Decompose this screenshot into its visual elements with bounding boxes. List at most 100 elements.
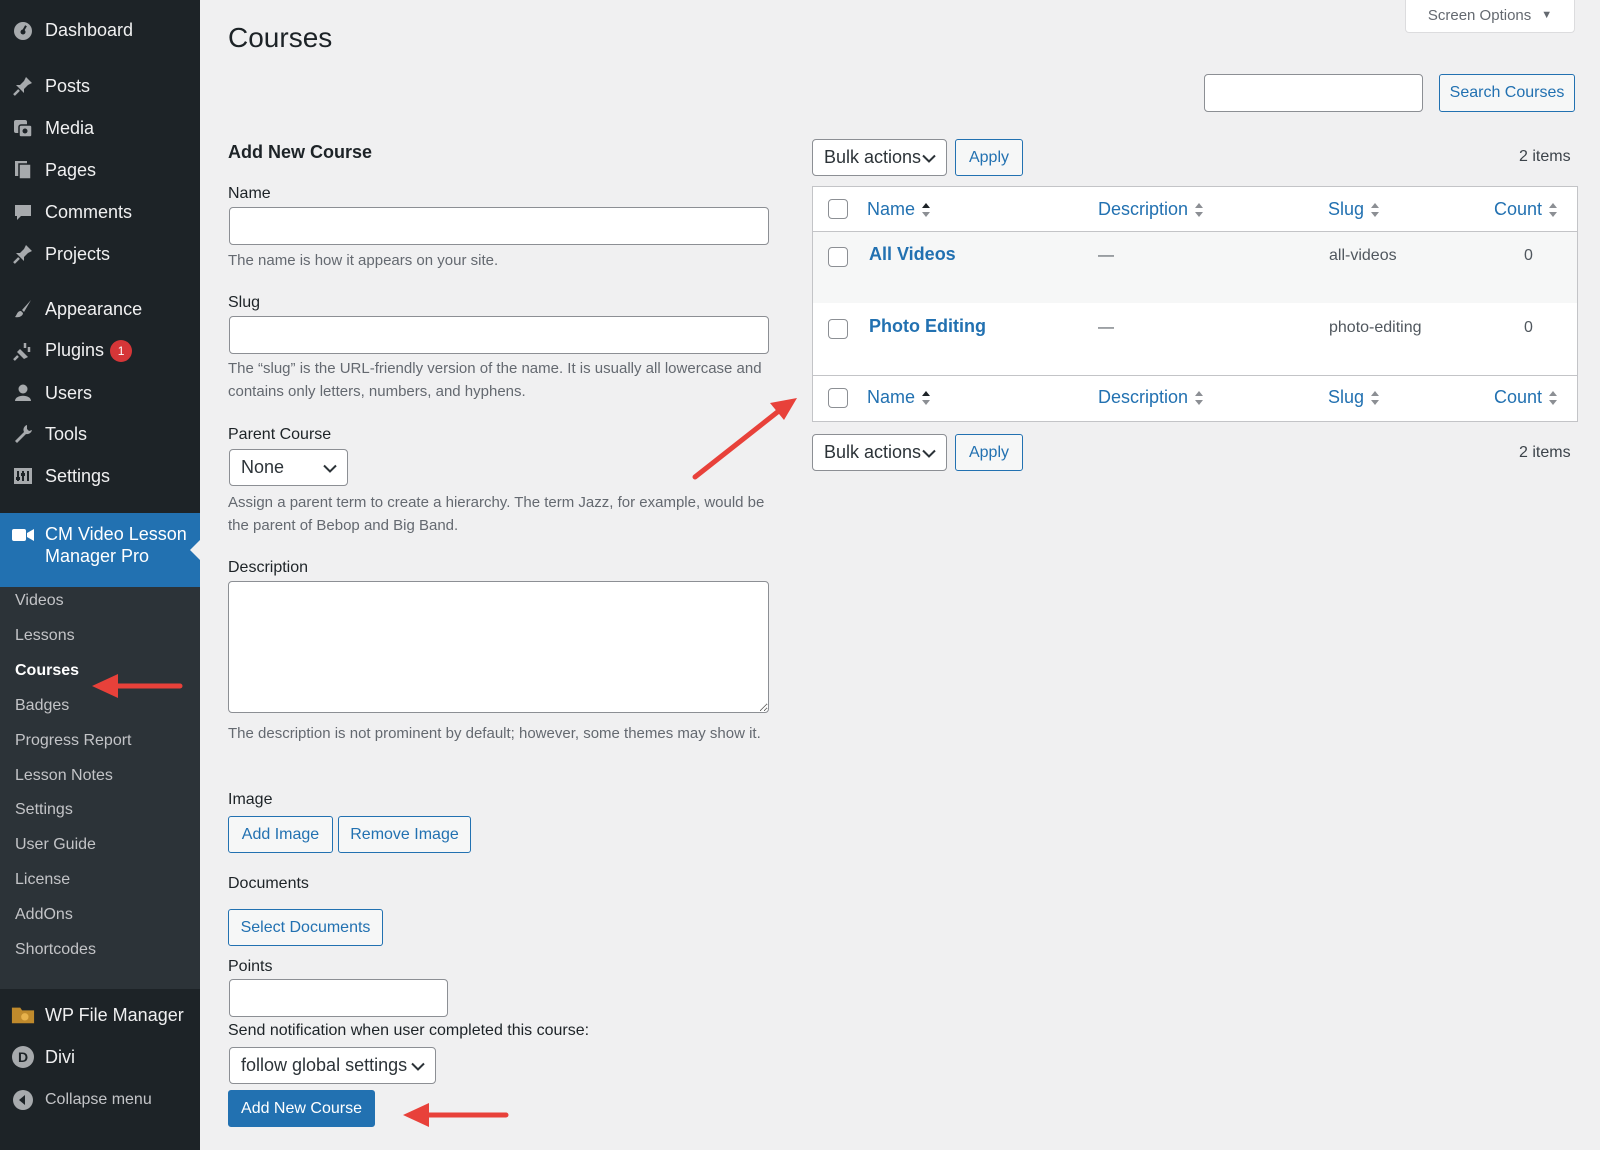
description-help-text: The description is not prominent by defa… (228, 725, 761, 742)
add-new-course-button[interactable]: Add New Course (228, 1090, 375, 1127)
select-all-checkbox-footer[interactable] (828, 388, 848, 408)
row-description: — (1098, 319, 1114, 336)
admin-sidebar: Dashboard Posts Media Pages Comments Pro… (0, 0, 200, 1150)
column-header-count[interactable]: Count (1494, 199, 1558, 220)
sidebar-item-users[interactable]: Users (0, 373, 200, 413)
sidebar-item-plugins[interactable]: Plugins 1 (0, 331, 200, 371)
pages-icon (11, 158, 35, 182)
row-title-link[interactable]: All Videos (869, 244, 956, 265)
collapse-menu-button[interactable]: Collapse menu (0, 1080, 200, 1120)
description-textarea[interactable] (228, 581, 769, 713)
row-slug: all-videos (1329, 247, 1397, 264)
submenu-item-settings[interactable]: Settings (15, 801, 73, 819)
notification-select[interactable]: follow global settings (229, 1047, 436, 1084)
sidebar-item-pages[interactable]: Pages (0, 150, 200, 190)
chevron-down-icon (411, 1055, 425, 1076)
courses-table: Name Description Slug Count All Videos —… (812, 186, 1578, 422)
column-header-name[interactable]: Name (867, 199, 931, 220)
folder-icon (11, 1003, 35, 1027)
sidebar-item-cm-video-lesson-manager[interactable]: CM Video Lesson Manager Pro (0, 513, 200, 587)
row-count-link[interactable]: 0 (1524, 247, 1533, 265)
sort-icon (1194, 390, 1204, 406)
sidebar-item-dashboard[interactable]: Dashboard (0, 10, 200, 50)
submenu-item-progress-report[interactable]: Progress Report (15, 732, 132, 750)
svg-text:D: D (18, 1049, 28, 1065)
submenu-item-shortcodes[interactable]: Shortcodes (15, 941, 96, 959)
sidebar-item-label: Settings (45, 465, 111, 486)
sidebar-item-label: Media (45, 117, 95, 138)
name-label: Name (228, 185, 271, 202)
page-title: Courses (228, 22, 333, 53)
row-title-link[interactable]: Photo Editing (869, 316, 986, 337)
slug-input[interactable] (229, 316, 769, 354)
apply-button-top[interactable]: Apply (955, 139, 1023, 176)
sidebar-item-tools[interactable]: Tools (0, 414, 200, 454)
sidebar-item-settings[interactable]: Settings (0, 456, 200, 496)
description-label: Description (228, 559, 309, 576)
name-input[interactable] (229, 207, 769, 245)
name-help-text: The name is how it appears on your site. (228, 252, 499, 269)
submenu-item-user-guide[interactable]: User Guide (15, 836, 96, 854)
row-slug: photo-editing (1329, 319, 1422, 336)
sidebar-item-wp-file-manager[interactable]: WP File Manager (0, 995, 200, 1035)
column-footer-count[interactable]: Count (1494, 387, 1558, 408)
brush-icon (11, 297, 35, 321)
add-image-button[interactable]: Add Image (228, 816, 333, 853)
parent-course-select[interactable]: None (229, 449, 348, 486)
divi-icon: D (11, 1045, 35, 1069)
search-input[interactable] (1204, 74, 1423, 112)
slug-label: Slug (228, 294, 261, 311)
sidebar-item-comments[interactable]: Comments (0, 192, 200, 232)
row-checkbox[interactable] (828, 319, 848, 339)
sidebar-item-projects[interactable]: Projects (0, 234, 200, 274)
row-checkbox[interactable] (828, 247, 848, 267)
column-header-description[interactable]: Description (1098, 199, 1204, 220)
points-input[interactable] (229, 979, 448, 1017)
active-indicator (190, 540, 200, 560)
sidebar-item-label: Pages (45, 159, 97, 180)
pin-icon (11, 74, 35, 98)
column-footer-slug[interactable]: Slug (1328, 387, 1380, 408)
items-count-top: 2 items (1519, 148, 1571, 165)
slug-help-text: The “slug” is the URL-friendly version o… (228, 360, 762, 400)
submenu-item-badges[interactable]: Badges (15, 697, 69, 715)
sidebar-item-label: WP File Manager (45, 1004, 184, 1025)
select-all-checkbox[interactable] (828, 199, 848, 219)
chevron-down-icon (922, 147, 936, 168)
image-label: Image (228, 791, 273, 808)
parent-course-help-text: Assign a parent term to create a hierarc… (228, 494, 765, 534)
sidebar-item-label: Projects (45, 243, 111, 264)
apply-button-bottom[interactable]: Apply (955, 434, 1023, 471)
row-count-link[interactable]: 0 (1524, 319, 1533, 337)
sidebar-item-label: CM Video Lesson Manager Pro (45, 524, 187, 566)
submenu-item-lesson-notes[interactable]: Lesson Notes (15, 767, 113, 785)
column-footer-description[interactable]: Description (1098, 387, 1204, 408)
select-documents-button[interactable]: Select Documents (228, 909, 383, 946)
submenu-item-lessons[interactable]: Lessons (15, 627, 75, 645)
column-footer-name[interactable]: Name (867, 387, 931, 408)
submenu-item-addons[interactable]: AddOns (15, 906, 73, 924)
sidebar-item-posts[interactable]: Posts (0, 66, 200, 106)
sort-icon (1548, 202, 1558, 218)
collapse-icon (11, 1088, 35, 1112)
sidebar-item-label: Appearance (45, 298, 143, 319)
caret-down-icon: ▼ (1541, 9, 1553, 21)
sidebar-item-media[interactable]: Media (0, 108, 200, 148)
bulk-actions-select-bottom[interactable]: Bulk actions (812, 434, 947, 471)
submenu-item-videos[interactable]: Videos (15, 592, 64, 610)
remove-image-button[interactable]: Remove Image (338, 816, 471, 853)
column-header-slug[interactable]: Slug (1328, 199, 1380, 220)
sidebar-item-label: Tools (45, 423, 88, 444)
sidebar-item-label: Dashboard (45, 19, 134, 40)
submenu-item-courses[interactable]: Courses (15, 662, 79, 680)
sidebar-item-appearance[interactable]: Appearance (0, 289, 200, 329)
search-courses-button[interactable]: Search Courses (1439, 74, 1575, 112)
bulk-actions-select-top[interactable]: Bulk actions (812, 139, 947, 176)
media-icon (11, 116, 35, 140)
screen-options-button[interactable]: Screen Options ▼ (1405, 0, 1575, 33)
parent-course-label: Parent Course (228, 426, 332, 443)
submenu-item-license[interactable]: License (15, 871, 70, 889)
sort-icon (1194, 202, 1204, 218)
sort-icon (1370, 202, 1380, 218)
sidebar-item-divi[interactable]: D Divi (0, 1037, 200, 1077)
